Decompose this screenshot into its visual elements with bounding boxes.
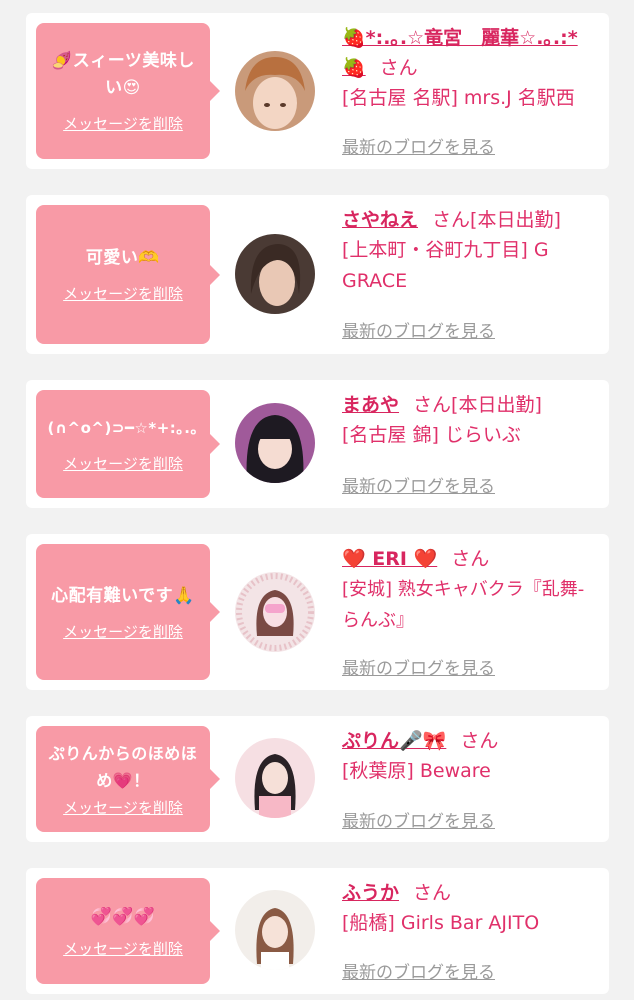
cast-info: ふうか さん [船橋] Girls Bar AJITO [342,878,597,939]
shop-text: [名古屋 錦] じらいぶ [342,424,521,446]
cast-info: ❤️ ERI ❤️ さん [安城] 熟女キャバクラ『乱舞-らんぶ』 [342,544,597,636]
woman-avatar-icon [235,572,315,652]
delete-message-link[interactable]: メッセージを削除 [63,939,183,959]
latest-blog-link[interactable]: 最新のブログを見る [342,807,495,832]
message-bubble: 可愛い🫶 メッセージを削除 [36,205,220,344]
delete-message-link[interactable]: メッセージを削除 [63,622,183,642]
woman-avatar-icon [235,403,315,483]
cast-name-link[interactable]: まあや [342,394,399,416]
message-bubble: ぷりんからのほめほめ💗！ メッセージを削除 [36,726,220,832]
avatar[interactable] [235,403,315,483]
cast-name-link[interactable]: 🍓*:.｡.☆竜宮 麗華☆.｡.:*🍓 [342,27,578,79]
message-card: 🍠スィーツ美味しい😍 メッセージを削除 🍓*:.｡.☆竜宮 麗華☆.｡.:*🍓 さ… [26,13,609,169]
avatar[interactable] [235,890,315,970]
cast-info: まあや さん[本日出勤] [名古屋 錦] じらいぶ [342,390,597,451]
cast-name-line: ❤️ ERI ❤️ さん [342,544,597,574]
honorific: さん [460,730,499,752]
avatar[interactable] [235,738,315,818]
message-text: (∩^o^)⊃━☆*+:｡.｡ [47,418,199,437]
honorific: さん [413,882,452,904]
shop-text: [上本町・谷町九丁目] G GRACE [342,239,549,292]
message-card: 可愛い🫶 メッセージを削除 さやねえ さん[本日出勤] [上本町・谷町九丁目] G… [26,195,609,354]
message-card: (∩^o^)⊃━☆*+:｡.｡ メッセージを削除 まあや さん[本日出勤] [名古… [26,380,609,508]
cast-name-line: ふうか さん [342,878,597,908]
message-bubble: 💞💞💞 メッセージを削除 [36,878,220,984]
message-card: 💞💞💞 メッセージを削除 ふうか さん [船橋] Girls Bar AJITO … [26,868,609,994]
latest-blog-link[interactable]: 最新のブログを見る [342,958,495,983]
cast-name-line: さやねえ さん[本日出勤] [342,205,597,235]
delete-message-link[interactable]: メッセージを削除 [63,284,183,304]
message-bubble: 🍠スィーツ美味しい😍 メッセージを削除 [36,23,220,159]
message-card: 心配有難いです🙏 メッセージを削除 ❤️ ERI ❤️ さん [安城] 熟女キャバ… [26,534,609,690]
avatar[interactable] [235,234,315,314]
latest-blog-link[interactable]: 最新のブログを見る [342,317,495,342]
cast-name-line: ぷりん🎤🎀 さん [342,726,597,756]
shop-text: [名古屋 名駅] mrs.J 名駅西 [342,87,575,109]
shop-text: [安城] 熟女キャバクラ『乱舞-らんぶ』 [342,579,585,631]
honorific: さん [451,548,490,570]
woman-avatar-icon [235,738,315,818]
cast-info: さやねえ さん[本日出勤] [上本町・谷町九丁目] G GRACE [342,205,597,297]
message-bubble: (∩^o^)⊃━☆*+:｡.｡ メッセージを削除 [36,390,220,498]
message-text: 心配有難いです🙏 [51,585,195,606]
honorific: さん [379,57,418,79]
woman-avatar-icon [235,890,315,970]
woman-avatar-icon [235,234,315,314]
delete-message-link[interactable]: メッセージを削除 [63,798,183,818]
cast-name-line: 🍓*:.｡.☆竜宮 麗華☆.｡.:*🍓 さん [342,23,597,83]
latest-blog-link[interactable]: 最新のブログを見る [342,472,495,497]
avatar[interactable] [235,51,315,131]
cast-name-link[interactable]: ❤️ ERI ❤️ [342,548,437,570]
shop-text: [船橋] Girls Bar AJITO [342,912,540,934]
message-text: 💞💞💞 [90,906,156,927]
shop-text: [秋葉原] Beware [342,760,491,782]
delete-message-link[interactable]: メッセージを削除 [63,114,183,134]
message-text: 🍠スィーツ美味しい😍 [51,51,195,98]
latest-blog-link[interactable]: 最新のブログを見る [342,133,495,158]
message-bubble: 心配有難いです🙏 メッセージを削除 [36,544,220,680]
message-list: 🍠スィーツ美味しい😍 メッセージを削除 🍓*:.｡.☆竜宮 麗華☆.｡.:*🍓 さ… [0,0,634,1000]
honorific: さん [432,209,471,231]
delete-message-link[interactable]: メッセージを削除 [63,454,183,474]
cast-name-link[interactable]: さやねえ [342,209,418,231]
cast-name-line: まあや さん[本日出勤] [342,390,597,420]
honorific: さん [413,394,452,416]
message-text: ぷりんからのほめほめ💗！ [48,744,198,790]
attendance-status: [本日出勤] [451,394,542,416]
avatar[interactable] [235,572,315,652]
attendance-status: [本日出勤] [470,209,561,231]
woman-avatar-icon [235,51,315,131]
message-card: ぷりんからのほめほめ💗！ メッセージを削除 ぷりん🎤🎀 さん [秋葉原] Bewa… [26,716,609,842]
cast-info: 🍓*:.｡.☆竜宮 麗華☆.｡.:*🍓 さん [名古屋 名駅] mrs.J 名駅西 [342,23,597,114]
latest-blog-link[interactable]: 最新のブログを見る [342,654,495,679]
message-text: 可愛い🫶 [85,248,161,268]
cast-info: ぷりん🎤🎀 さん [秋葉原] Beware [342,726,597,787]
cast-name-link[interactable]: ふうか [342,882,399,904]
cast-name-link[interactable]: ぷりん🎤🎀 [342,730,446,752]
